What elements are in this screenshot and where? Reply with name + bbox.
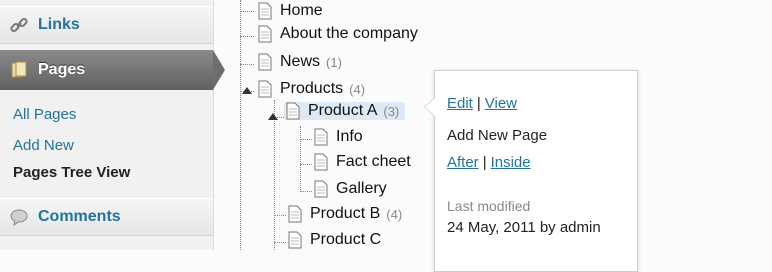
tree-node-count: (4) (386, 206, 403, 222)
tree-node-product-b[interactable]: Product B (4) (288, 205, 402, 223)
last-modified-label-row: Last modified (447, 198, 530, 216)
tree-node-title: Products (280, 80, 344, 97)
page-icon (258, 80, 272, 98)
tree-connector (274, 215, 286, 216)
after-link[interactable]: After (447, 154, 479, 171)
tree-node-news[interactable]: News (1) (258, 53, 342, 71)
inside-link[interactable]: Inside (491, 154, 531, 171)
tree-node-title: Fact cheet (336, 153, 411, 170)
separator: | (476, 95, 481, 112)
tree-node-home[interactable]: Home (258, 2, 323, 20)
last-modified-value-row: 24 May, 2011 by admin (447, 219, 601, 237)
last-modified-value: 24 May, 2011 by admin (447, 219, 601, 236)
page-actions-popup: Edit | View Add New Page After | Inside Last… (424, 70, 638, 272)
submenu-all-pages[interactable]: All Pages (13, 106, 76, 123)
add-new-page-label: Add New Page (447, 127, 548, 144)
tree-node-title: Product A (308, 102, 378, 119)
tree-connector (240, 0, 241, 250)
tree-connector (240, 36, 254, 37)
collapse-toggle-products[interactable] (242, 87, 252, 94)
tree-node-title: Gallery (336, 180, 387, 197)
tree-connector (240, 11, 254, 12)
tree-node-title: About the company (280, 25, 418, 42)
pages-icon (8, 59, 30, 81)
insert-position-row: After | Inside (447, 154, 531, 172)
tree-node-count: (1) (326, 54, 342, 70)
last-modified-label: Last modified (447, 198, 531, 214)
link-icon (8, 14, 30, 36)
menu-comments[interactable]: Comments (0, 198, 213, 236)
menu-links-label: Links (38, 16, 80, 33)
tree-connector (300, 126, 301, 192)
menu-pages[interactable]: Pages (0, 50, 225, 90)
admin-sidebar: Links Pages All Pages Add New Pages Tree… (0, 0, 225, 250)
edit-link[interactable]: Edit (447, 95, 473, 112)
tree-connector (300, 191, 312, 192)
tree-node-title: Home (280, 2, 323, 19)
page-icon (314, 153, 328, 171)
tree-connector (240, 64, 254, 65)
tree-node-info[interactable]: Info (314, 128, 363, 146)
page-icon (258, 53, 272, 71)
menu-comments-label: Comments (38, 208, 121, 225)
collapse-toggle-product-a[interactable] (268, 113, 278, 120)
page-icon (288, 231, 302, 249)
view-link[interactable]: View (485, 95, 517, 112)
tree-node-title: News (280, 53, 321, 70)
page-icon (258, 25, 272, 43)
menu-links[interactable]: Links (0, 6, 213, 44)
page-icon (314, 128, 328, 146)
edit-view-row: Edit | View (447, 95, 517, 113)
tree-node-about[interactable]: About the company (258, 25, 418, 43)
tree-node-title: Product C (310, 231, 382, 248)
tree-connector (274, 242, 286, 243)
tree-node-title: Product B (310, 205, 381, 222)
submenu-pages-tree-view[interactable]: Pages Tree View (13, 164, 130, 181)
tree-node-products[interactable]: Products (4) (258, 80, 365, 98)
page-icon (286, 102, 300, 120)
page-icon (258, 2, 272, 20)
tree-node-product-a[interactable]: Product A (3) (284, 102, 406, 120)
comments-icon (8, 206, 30, 228)
tree-connector (300, 164, 312, 165)
tree-node-fact-cheet[interactable]: Fact cheet (314, 153, 411, 171)
submenu-add-new[interactable]: Add New (13, 137, 74, 154)
tree-connector (300, 139, 312, 140)
page-icon (288, 205, 302, 223)
tree-node-count: (3) (383, 103, 400, 119)
tree-node-gallery[interactable]: Gallery (314, 180, 387, 198)
menu-pages-label: Pages (38, 61, 86, 78)
tree-node-title: Info (336, 128, 363, 145)
page-icon (314, 180, 328, 198)
tree-node-count: (4) (349, 81, 366, 97)
tree-connector (274, 100, 275, 250)
tree-node-product-c[interactable]: Product C (288, 231, 381, 249)
add-new-page-row: Add New Page (447, 127, 547, 145)
separator: | (482, 154, 487, 171)
